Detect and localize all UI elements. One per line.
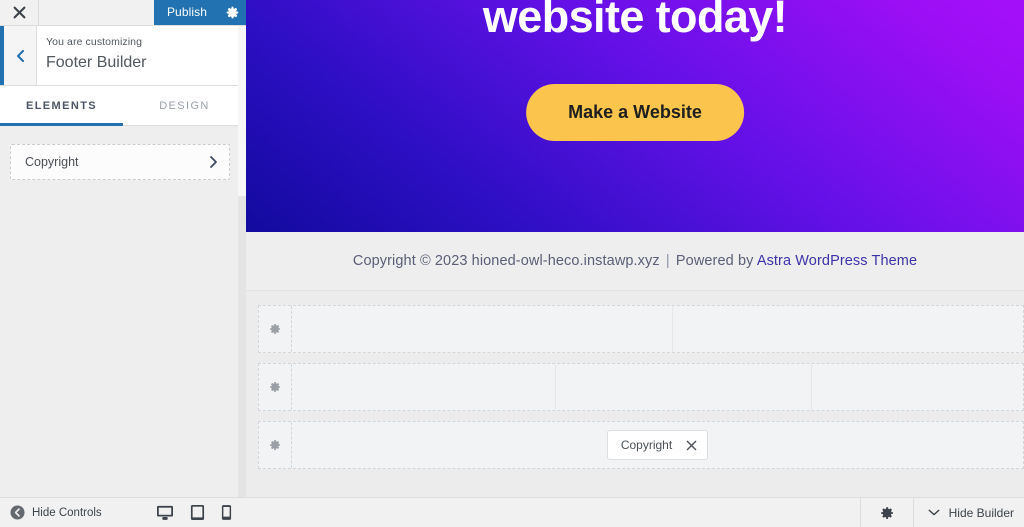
sidebar-scrollbar-thumb[interactable] — [238, 26, 246, 196]
publish-button[interactable]: Publish — [153, 0, 218, 25]
powered-by-text: Powered by — [675, 253, 754, 269]
row-columns — [292, 306, 1023, 352]
row-columns — [292, 364, 1023, 410]
astra-theme-link[interactable]: Astra WordPress Theme — [757, 253, 917, 269]
close-customizer-button[interactable] — [0, 0, 39, 25]
hide-builder-label: Hide Builder — [948, 505, 1014, 520]
builder-column[interactable] — [672, 306, 1023, 352]
close-icon — [686, 440, 697, 450]
footer-builder-row-3[interactable]: Copyright — [258, 421, 1024, 469]
hide-controls-label: Hide Controls — [32, 506, 102, 519]
tab-elements[interactable]: ELEMENTS — [0, 86, 123, 126]
copyright-text: Copyright © 2023 hioned-owl-heco.instawp… — [352, 253, 660, 269]
sidebar-item-label: Copyright — [25, 155, 79, 169]
gear-icon — [270, 324, 281, 335]
publish-settings-button[interactable] — [218, 0, 246, 25]
hero-section: website today! Make a Website — [246, 0, 1024, 232]
footer-copyright-text: Copyright © 2023 hioned-owl-heco.instawp… — [353, 253, 917, 269]
device-preview-group — [156, 504, 246, 521]
customizer-topbar: Publish — [0, 0, 246, 26]
builder-column[interactable] — [292, 306, 672, 352]
customizing-preamble: You are customizing — [46, 36, 143, 48]
copyright-element-chip[interactable]: Copyright — [606, 430, 709, 460]
builder-bottom-bar: Hide Builder — [246, 497, 1024, 527]
mobile-icon[interactable] — [221, 504, 232, 521]
builder-column[interactable] — [555, 364, 811, 410]
gear-icon — [880, 506, 893, 519]
builder-settings-button[interactable] — [859, 498, 914, 527]
hero-title: website today! — [482, 0, 788, 42]
back-button[interactable] — [0, 26, 37, 85]
customizer-screen: Publish You are customizing Footer Build… — [0, 0, 1024, 527]
chevron-left-icon — [16, 49, 24, 62]
tab-design[interactable]: DESIGN — [123, 86, 246, 125]
gear-icon — [270, 382, 281, 393]
panel-tabs: ELEMENTS DESIGN — [0, 86, 246, 126]
panel-title-group: You are customizing Footer Builder — [37, 26, 246, 85]
footer-builder-row-2[interactable] — [258, 363, 1024, 411]
chip-label: Copyright — [620, 438, 673, 452]
hide-builder-button[interactable]: Hide Builder — [914, 498, 1024, 527]
make-a-website-button[interactable]: Make a Website — [526, 84, 744, 141]
sidebar-item-copyright[interactable]: Copyright — [10, 144, 230, 180]
remove-element-button[interactable] — [686, 440, 697, 451]
chevron-down-icon — [928, 509, 940, 516]
customizer-bottom-bar: Hide Controls — [0, 497, 246, 527]
footer-builder: Copyright — [246, 291, 1024, 499]
chevron-right-icon — [210, 156, 217, 168]
gear-icon — [270, 440, 281, 451]
publish-group: Publish — [153, 0, 246, 25]
gear-icon — [226, 6, 238, 19]
sidebar-scrollbar[interactable] — [238, 26, 246, 497]
footer-copyright-bar: Copyright © 2023 hioned-owl-heco.instawp… — [246, 232, 1024, 291]
hide-controls-button[interactable]: Hide Controls — [0, 505, 102, 520]
customizer-sidebar: Publish You are customizing Footer Build… — [0, 0, 246, 497]
builder-column[interactable] — [811, 364, 1023, 410]
panel-content: Copyright — [0, 126, 246, 497]
close-icon — [13, 6, 25, 19]
row-settings-button[interactable] — [259, 306, 292, 352]
desktop-icon[interactable] — [156, 505, 174, 521]
panel-header: You are customizing Footer Builder — [0, 26, 246, 86]
footer-builder-row-1[interactable] — [258, 305, 1024, 353]
row-settings-button[interactable] — [259, 422, 292, 468]
page-title: Footer Builder — [46, 54, 147, 71]
site-preview: website today! Make a Website Copyright … — [246, 0, 1024, 527]
row-settings-button[interactable] — [259, 364, 292, 410]
collapse-icon — [10, 505, 25, 520]
row-columns: Copyright — [292, 422, 1023, 468]
copyright-separator: | — [665, 253, 670, 269]
builder-column[interactable] — [292, 364, 555, 410]
builder-column[interactable]: Copyright — [292, 422, 1023, 468]
tablet-icon[interactable] — [190, 504, 205, 521]
